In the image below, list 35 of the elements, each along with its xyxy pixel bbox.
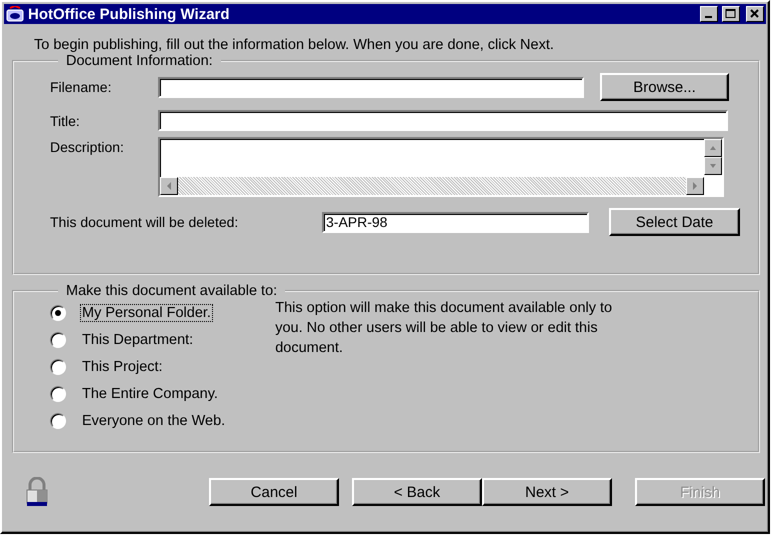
option-description: This option will make this document available only to you. No other users will be able to view or edit this document. [275,299,614,358]
radio-button[interactable] [50,358,66,374]
radio-button[interactable] [50,332,66,348]
next-button[interactable]: Next > [482,478,612,506]
minimize-icon[interactable] [700,6,718,22]
title-field[interactable] [158,110,728,131]
maximize-icon[interactable] [722,6,740,22]
field-label: Filename: [50,79,112,95]
radio-button[interactable] [50,412,66,428]
option-label[interactable]: The Entire Company. [80,384,220,402]
cancel-button[interactable]: Cancel [209,478,339,506]
option-label[interactable]: This Department: [80,330,196,348]
description-field[interactable] [158,137,724,197]
field-label: Title: [50,112,81,128]
scroll-left-icon[interactable] [160,177,178,195]
field-label: This document will be deleted: [50,214,240,230]
scroll-down-icon[interactable] [704,157,722,175]
field-label: Description: [50,139,125,155]
close-icon[interactable] [746,6,764,22]
group-legend: Make this document available to: [58,283,286,299]
option-label[interactable]: This Project: [80,358,165,376]
browse-button[interactable]: Browse... [600,73,729,101]
option-label[interactable]: Everyone on the Web. [80,412,228,430]
group-legend: Document Information: [58,53,221,69]
scroll-up-icon[interactable] [704,139,722,157]
radio-button[interactable] [50,304,66,320]
filename-field[interactable] [158,76,584,98]
select-date-button[interactable]: Select Date [609,208,740,236]
instruction-text: To begin publishing, fill out the information below. When you are done, click Next. [34,37,555,53]
option-label[interactable]: My Personal Folder. [80,304,213,322]
scroll-right-icon[interactable] [686,177,704,195]
radio-button[interactable] [50,386,66,402]
date-field[interactable]: 3-APR-98 [322,212,589,232]
window-title: HotOffice Publishing Wizard [28,6,231,22]
back-button[interactable]: < Back [352,478,482,506]
